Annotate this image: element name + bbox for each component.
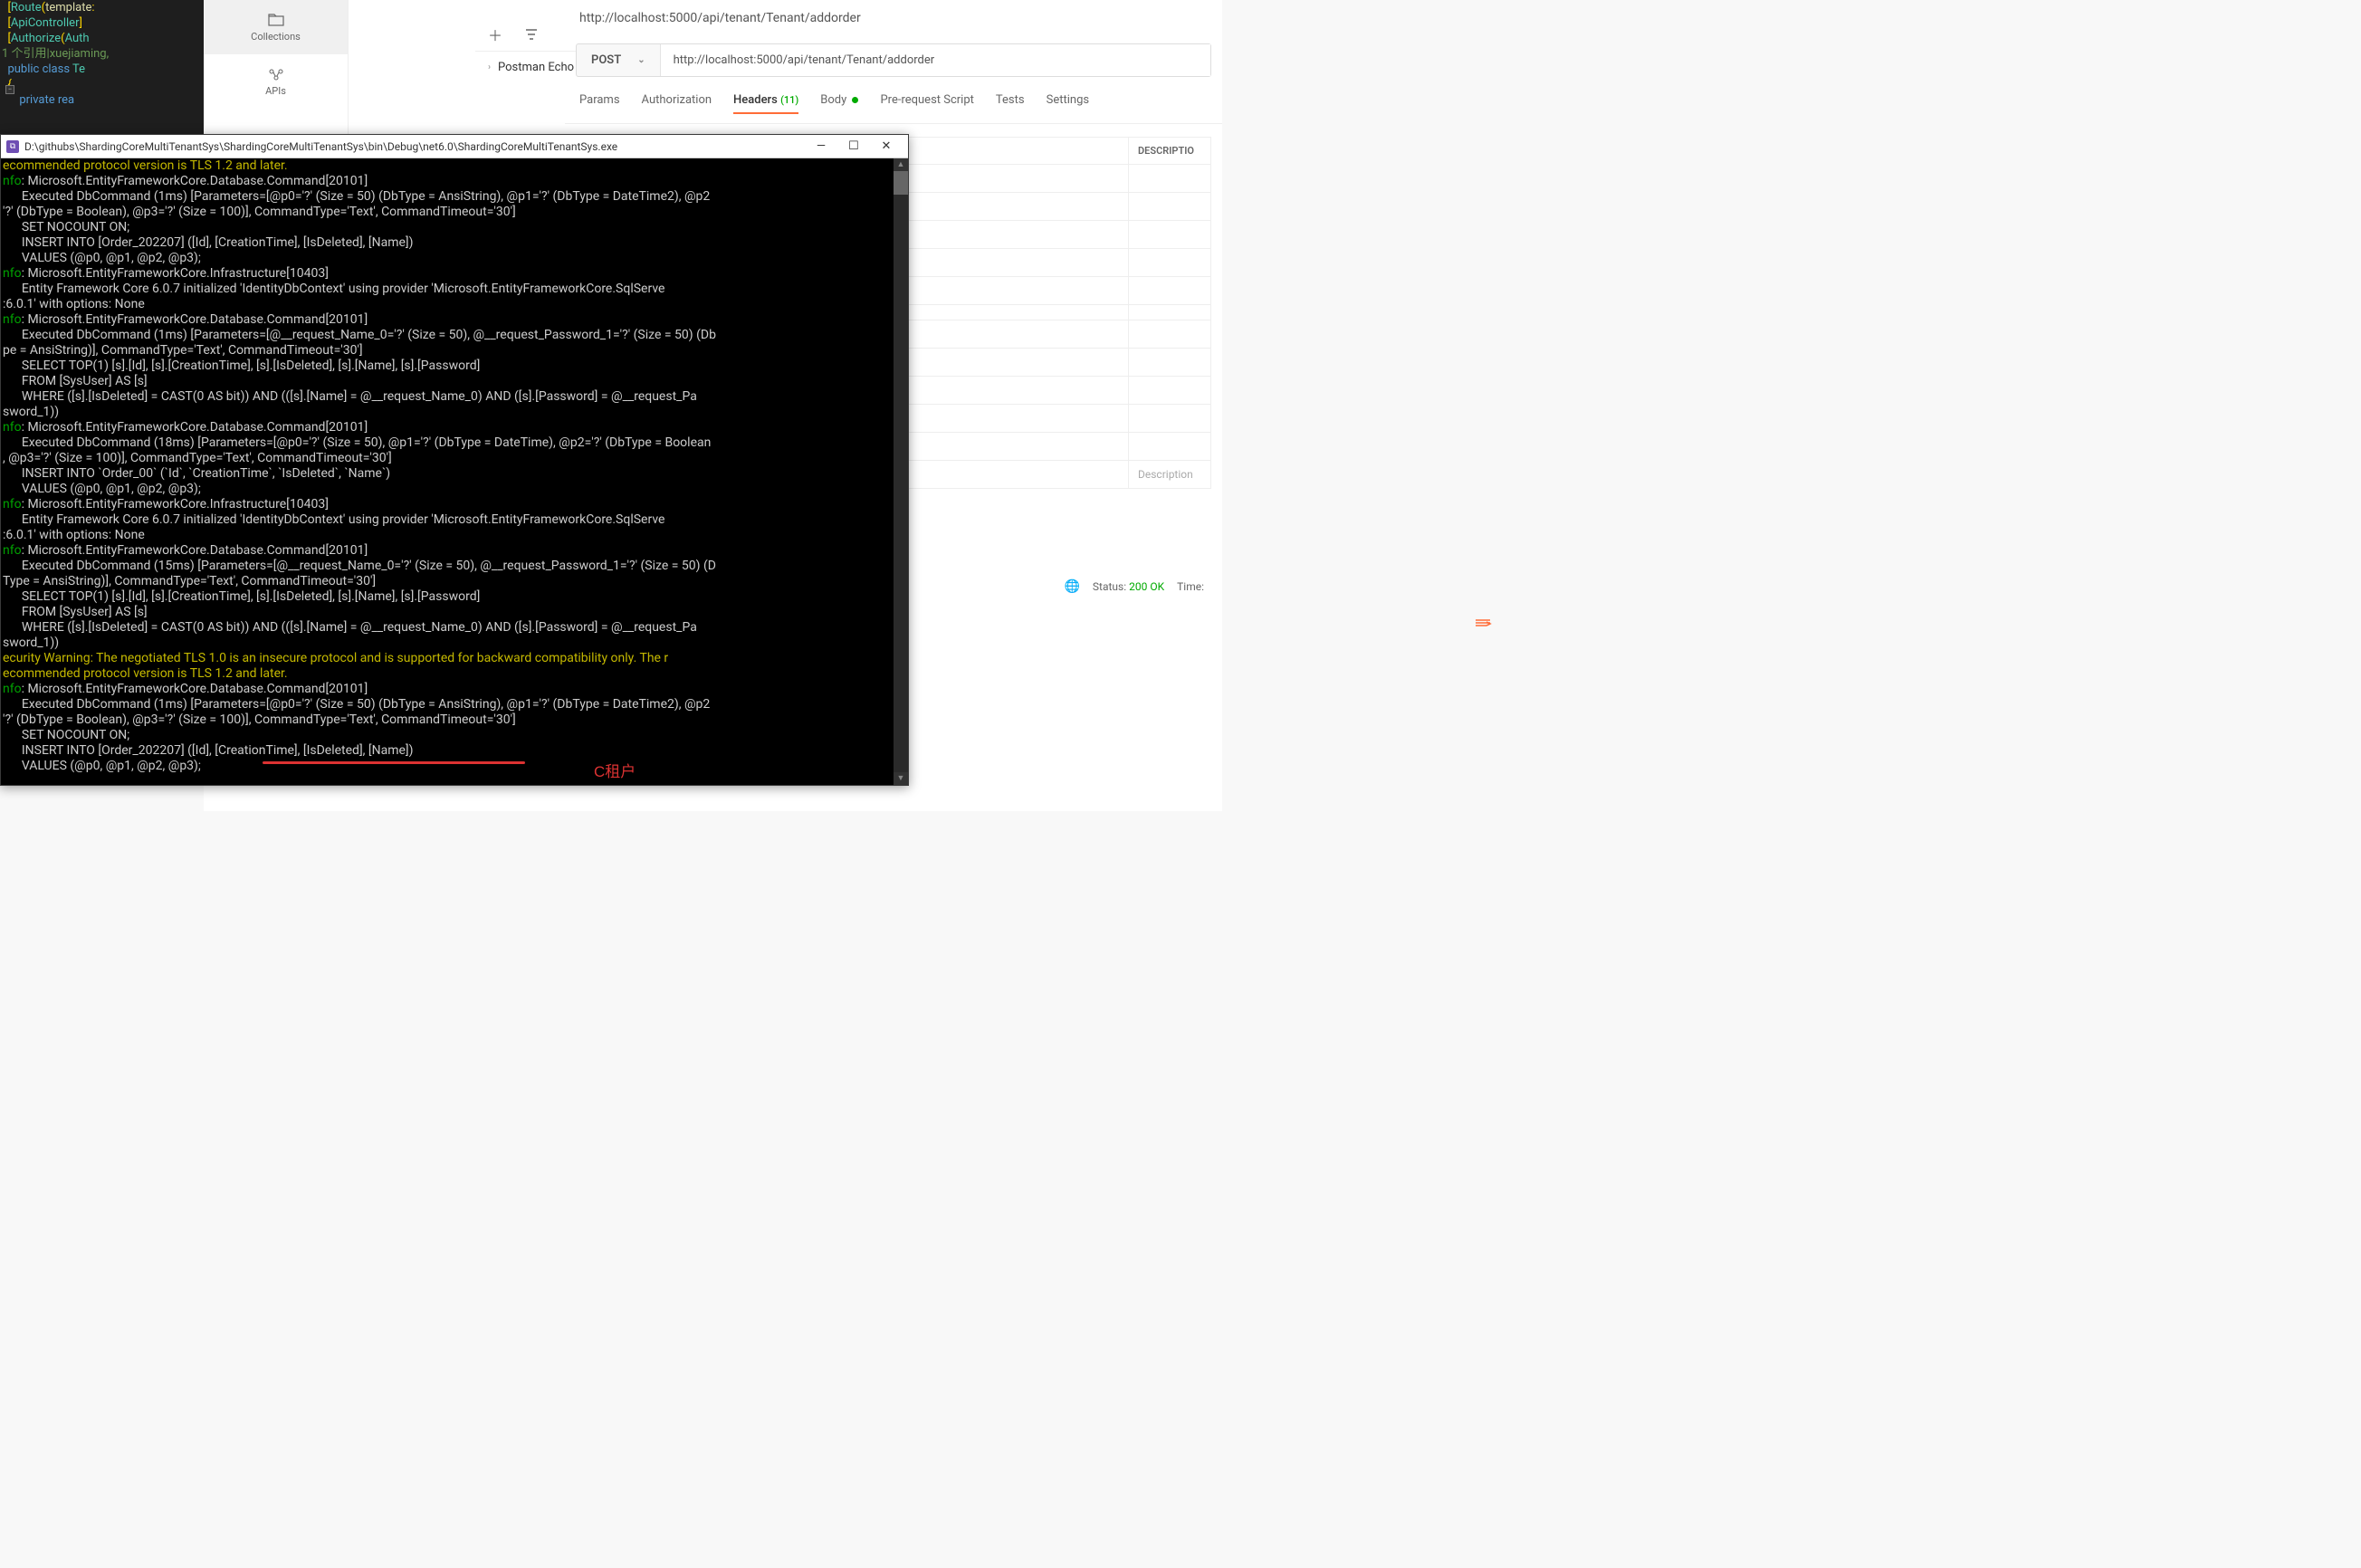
tab-headers[interactable]: Headers (11) — [733, 93, 798, 114]
method-label: POST — [591, 53, 621, 67]
folder-icon — [267, 13, 285, 27]
apis-icon — [267, 67, 285, 81]
postman-sidebar: Collections APIs — [204, 0, 349, 136]
breadcrumb-url: http://localhost:5000/api/tenant/Tenant/… — [565, 0, 1222, 36]
request-bar: POST ⌄ http://localhost:5000/api/tenant/… — [576, 43, 1211, 77]
tab-body[interactable]: Body — [820, 93, 858, 114]
url-input[interactable]: http://localhost:5000/api/tenant/Tenant/… — [661, 44, 1210, 76]
sidebar-label: APIs — [265, 85, 286, 97]
status-label: Status: — [1093, 580, 1126, 593]
console-app-icon: ⧉ — [6, 140, 19, 153]
console-window: ⧉ D:\githubs\ShardingCoreMultiTenantSys\… — [0, 134, 909, 786]
cell-description[interactable] — [1129, 349, 1210, 376]
col-description: DESCRIPTIO — [1129, 138, 1210, 164]
cell-description[interactable] — [1129, 277, 1210, 304]
fold-marker-icon[interactable]: − — [5, 85, 14, 94]
annotation-label: C租户 — [594, 759, 636, 781]
close-button[interactable]: ✕ — [870, 137, 903, 157]
sidebar-item-collections[interactable]: Collections — [204, 0, 348, 54]
sidebar-item-apis[interactable]: APIs — [204, 54, 348, 109]
console-titlebar[interactable]: ⧉ D:\githubs\ShardingCoreMultiTenantSys\… — [1, 135, 908, 158]
response-status: 🌐 Status: 200 OK Time: — [1064, 579, 1204, 594]
sidebar-label: Collections — [251, 31, 301, 43]
tab-prerequest[interactable]: Pre-request Script — [880, 93, 973, 114]
console-title: D:\githubs\ShardingCoreMultiTenantSys\Sh… — [24, 140, 805, 153]
method-select[interactable]: POST ⌄ — [577, 44, 661, 76]
cell-description[interactable] — [1129, 405, 1210, 432]
scroll-down-icon[interactable]: ▼ — [894, 772, 908, 785]
tab-params[interactable]: Params — [579, 93, 620, 114]
status-time-label: Time: — [1177, 580, 1204, 593]
cookies-icon[interactable] — [1474, 616, 1492, 633]
cell-description[interactable] — [1129, 165, 1210, 192]
tab-tests[interactable]: Tests — [996, 93, 1025, 114]
cell-description[interactable] — [1129, 305, 1210, 320]
add-icon[interactable]: ＋ — [486, 25, 504, 43]
code-line: [Route(template: — [0, 0, 204, 15]
cell-description[interactable] — [1129, 249, 1210, 276]
code-line: [ApiController] — [0, 15, 204, 31]
minimize-button[interactable]: — — [805, 137, 837, 157]
console-scrollbar[interactable]: ▲ ▼ — [894, 158, 908, 785]
tab-settings[interactable]: Settings — [1047, 93, 1089, 114]
scroll-thumb[interactable] — [894, 171, 908, 195]
console-body: ecommended protocol version is TLS 1.2 a… — [1, 158, 908, 785]
cell-description[interactable] — [1129, 433, 1210, 460]
vscode-editor: [Route(template: [ApiController] [Author… — [0, 0, 204, 136]
request-tabs: Params Authorization Headers (11) Body P… — [565, 84, 1222, 124]
code-line: { — [0, 77, 204, 92]
body-indicator-dot — [852, 97, 858, 103]
chevron-down-icon: ⌄ — [637, 55, 645, 65]
cell-description[interactable] — [1129, 221, 1210, 248]
code-line: [Authorize(Auth — [0, 31, 204, 46]
cell-description[interactable] — [1129, 377, 1210, 404]
annotation-underline — [263, 761, 525, 764]
status-code: 200 OK — [1129, 580, 1164, 593]
code-line: 1 个引用|xuejiaming, — [0, 46, 204, 62]
tab-count: (11) — [780, 94, 798, 106]
console-output[interactable]: ecommended protocol version is TLS 1.2 a… — [1, 158, 908, 774]
filter-icon[interactable] — [522, 25, 540, 43]
scroll-up-icon[interactable]: ▲ — [894, 158, 908, 171]
globe-icon[interactable]: 🌐 — [1064, 579, 1079, 594]
code-line: private rea — [0, 92, 204, 108]
cell-description-placeholder[interactable]: Description — [1129, 461, 1210, 488]
tab-label: Headers — [733, 93, 778, 107]
cell-description[interactable] — [1129, 320, 1210, 348]
tab-authorization[interactable]: Authorization — [642, 93, 712, 114]
code-line: public class Te — [0, 62, 204, 77]
tab-label: Body — [820, 93, 846, 107]
cell-description[interactable] — [1129, 193, 1210, 220]
chevron-right-icon: › — [488, 62, 491, 72]
maximize-button[interactable]: ☐ — [837, 137, 870, 157]
